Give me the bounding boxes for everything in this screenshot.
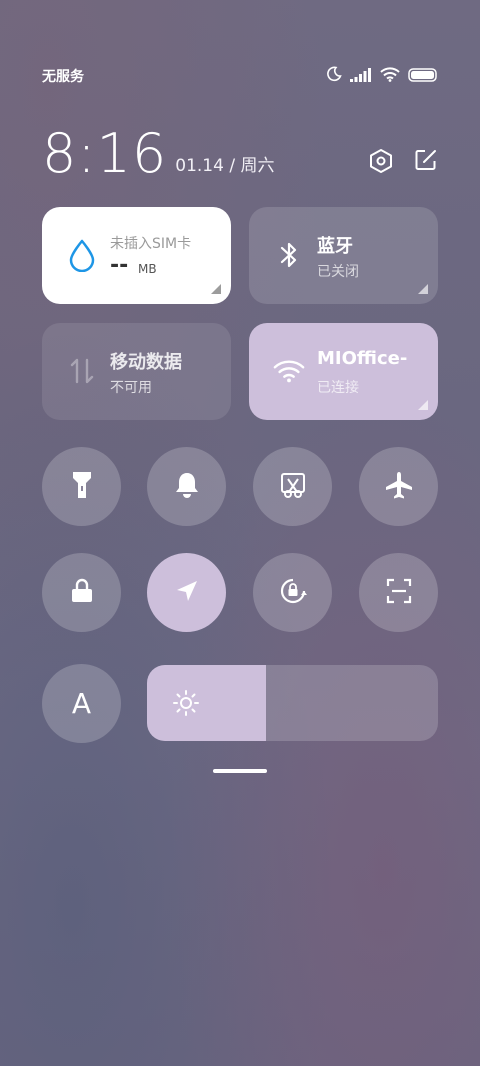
wifi-status: 已连接 (317, 380, 359, 396)
sun-icon (172, 689, 200, 721)
status-bar: 无服务 (42, 64, 438, 88)
wifi-status-icon (380, 66, 400, 86)
rotation-lock-toggle[interactable] (253, 553, 332, 632)
wifi-network-name: MIOffice- (317, 348, 408, 369)
screenshot-icon (279, 471, 307, 503)
scanner-toggle[interactable] (359, 553, 438, 632)
bluetooth-status: 已关闭 (317, 264, 359, 280)
location-toggle[interactable] (147, 553, 226, 632)
bluetooth-tile[interactable]: 蓝牙 已关闭 (249, 207, 438, 304)
wifi-tile[interactable]: MIOffice- 已连接 (249, 323, 438, 420)
water-drop-icon (66, 239, 98, 272)
brightness-fill (147, 665, 267, 741)
edit-icon[interactable] (414, 148, 438, 178)
scan-icon (385, 577, 413, 609)
expand-corner-icon (418, 284, 428, 294)
data-arrows-icon (66, 355, 98, 387)
flashlight-icon (70, 470, 94, 504)
screenshot-toggle[interactable] (253, 447, 332, 526)
battery-icon (408, 67, 438, 86)
moon-icon (326, 66, 342, 86)
mobile-data-tile[interactable]: 移动数据 不可用 (42, 323, 231, 420)
expand-corner-icon (418, 400, 428, 410)
brightness-slider[interactable] (147, 665, 438, 741)
lock-icon (70, 578, 94, 608)
airplane-mode-toggle[interactable] (359, 447, 438, 526)
expand-corner-icon (211, 284, 221, 294)
clock-row: 8:16 01.14 / 周六 (42, 120, 438, 184)
font-size-label: A (71, 687, 92, 720)
bell-icon (174, 471, 200, 503)
font-size-toggle[interactable]: A (42, 664, 121, 743)
mobile-data-title: 移动数据 (110, 352, 182, 373)
flashlight-toggle[interactable] (42, 447, 121, 526)
sim-status-label: 未插入SIM卡 (110, 236, 192, 252)
rotation-lock-icon (277, 575, 309, 611)
clock[interactable]: 8:16 (42, 124, 167, 184)
bluetooth-icon (273, 239, 305, 271)
data-usage-tile[interactable]: 未插入SIM卡 -- MB (42, 207, 231, 304)
home-indicator[interactable] (213, 769, 267, 773)
location-icon (174, 578, 200, 608)
bluetooth-title: 蓝牙 (317, 236, 353, 257)
ring-toggle[interactable] (147, 447, 226, 526)
airplane-icon (384, 470, 414, 504)
mobile-data-status: 不可用 (110, 380, 152, 396)
status-icons (326, 66, 438, 86)
data-usage-unit: MB (138, 262, 157, 276)
wifi-icon (273, 355, 305, 387)
carrier-label: 无服务 (42, 69, 84, 85)
lock-screen-toggle[interactable] (42, 553, 121, 632)
date-label[interactable]: 01.14 / 周六 (175, 151, 274, 176)
signal-icon (350, 67, 372, 86)
data-usage-value: -- (110, 253, 129, 278)
settings-icon[interactable] (368, 148, 394, 178)
